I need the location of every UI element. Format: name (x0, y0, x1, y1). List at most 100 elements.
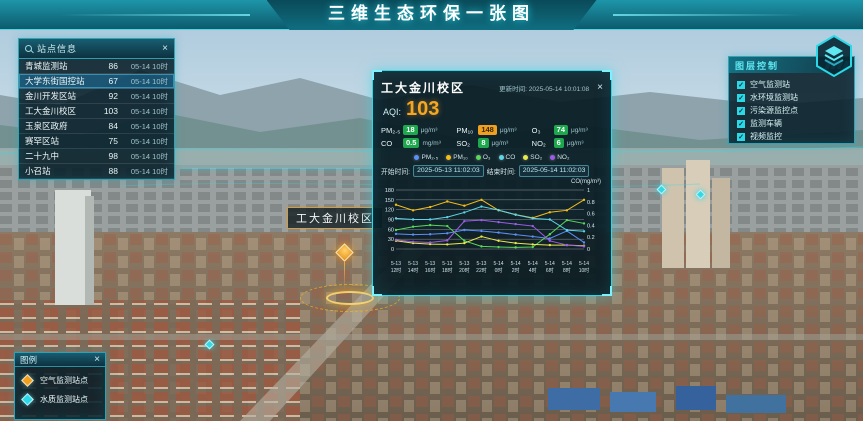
chart-legend-item[interactable]: NO₂ (550, 154, 569, 161)
pollutant-value-badge: 8 (478, 138, 488, 148)
chart-legend-item[interactable]: PM₂.₅ (414, 154, 438, 161)
svg-text:5-1312时: 5-1312时 (391, 261, 402, 274)
pollutant-unit: mg/m³ (422, 140, 440, 147)
layer-label: 监测车辆 (750, 118, 782, 129)
pollutant-name: SO₂ (456, 139, 475, 148)
station-row[interactable]: 玉泉区政府8405-14 10时 (19, 119, 174, 134)
checkbox-icon[interactable]: ✓ (737, 81, 745, 89)
diamond-marker-icon (21, 393, 34, 406)
layer-checkbox-row[interactable]: ✓空气监测站 (737, 78, 846, 91)
legend-item-label: 空气监测站点 (40, 375, 88, 386)
layer-checkbox-row[interactable]: ✓ 视频监控 (737, 130, 846, 143)
pollutant-grid: PM₂.₅18μg/m³PM₁₀148μg/m³O₃74μg/m³CO0.5mg… (373, 121, 611, 150)
pollutant-value-badge: 148 (478, 125, 497, 135)
pollutant-unit: μg/m³ (421, 127, 438, 134)
layer-label: 视频监控 (750, 131, 782, 142)
end-time-input[interactable]: 2025-05-14 11:02:03 (519, 165, 590, 177)
svg-text:0.2: 0.2 (587, 235, 595, 241)
popup-corner (372, 286, 382, 296)
chart-legend-item[interactable]: CO (499, 154, 516, 161)
station-row[interactable]: 小召站8805-14 10时 (19, 164, 174, 179)
station-time: 05-14 10时 (118, 61, 168, 72)
pollutant-cell: PM₂.₅18μg/m³ (381, 125, 452, 135)
aqi-display: AQI: 103 (373, 98, 611, 121)
pollutant-value-badge: 6 (554, 138, 564, 148)
station-name: 二十九中 (25, 150, 96, 162)
station-name: 大学东街国控站 (25, 75, 96, 87)
station-value: 84 (96, 121, 118, 131)
svg-text:180: 180 (385, 188, 394, 194)
marker-ring-inner (326, 291, 374, 305)
svg-text:0: 0 (391, 247, 394, 253)
checkbox-icon[interactable]: ✓ (737, 107, 745, 115)
station-row[interactable]: 金川开发区站9205-14 10时 (19, 89, 174, 104)
station-row[interactable]: 工大金川校区10305-14 10时 (19, 104, 174, 119)
layer-checkbox-row[interactable]: ✓污染源监控点 (737, 104, 846, 117)
chart-legend-label: O₃ (483, 154, 491, 161)
svg-text:5-140时: 5-140时 (494, 261, 504, 274)
legend-dot-icon (414, 155, 419, 160)
app-title: 三维生态环保一张图 (0, 0, 863, 28)
station-name: 青城监测站 (25, 60, 96, 72)
pollutant-cell: SO₂8 μg/m³ (456, 138, 527, 148)
station-value: 88 (96, 166, 118, 176)
chart-legend-item[interactable]: SO₂ (523, 154, 542, 161)
chart-legend-label: CO (506, 154, 516, 161)
station-time: 05-14 10时 (118, 121, 168, 132)
pollutant-name: CO (381, 139, 400, 148)
station-value: 75 (96, 136, 118, 146)
layer-label: 水环境监测站 (750, 92, 798, 103)
pollutant-name: PM₁₀ (456, 126, 475, 135)
station-row[interactable]: 二十九中9805-14 10时 (19, 149, 174, 164)
station-value: 67 (96, 76, 118, 86)
layer-checkbox-row[interactable]: ✓ 水环境监测站 (737, 91, 846, 104)
app-header: 三维生态环保一张图 (0, 0, 863, 30)
pollutant-unit: μg/m³ (571, 127, 588, 134)
start-time-label: 开始时间: (381, 166, 410, 176)
legend-dot-icon (476, 155, 481, 160)
pollutant-cell: NO₂6μg/m³ (532, 138, 603, 148)
popup-corner (372, 70, 382, 80)
svg-text:5-1318时: 5-1318时 (442, 261, 453, 274)
update-time-value: 2025-05-14 10:01:08 (529, 86, 589, 93)
station-name: 工大金川校区 (25, 105, 96, 117)
map-marker-label[interactable]: 工大金川校区 (287, 207, 383, 229)
station-row[interactable]: 青城监测站8605-14 10时 (19, 59, 174, 74)
diamond-marker-icon (21, 374, 34, 387)
svg-text:5-146时: 5-146时 (545, 261, 555, 274)
station-time: 05-14 10时 (118, 166, 168, 177)
legend-close-icon[interactable]: × (94, 355, 100, 365)
station-value: 98 (96, 151, 118, 161)
svg-text:60: 60 (388, 227, 394, 233)
right-axis-unit: CO(mg/m³) (571, 179, 601, 185)
station-name: 玉泉区政府 (25, 120, 96, 132)
station-panel-close-icon[interactable]: × (162, 44, 168, 54)
popup-corner (602, 70, 612, 80)
station-row[interactable]: 赛罕区站7505-14 10时 (19, 134, 174, 149)
popup-close-icon[interactable]: × (597, 83, 603, 93)
station-panel-title: 站点信息 (37, 42, 157, 55)
pollutant-cell: O₃74μg/m³ (532, 125, 603, 135)
pollutant-cell: PM₁₀148μg/m³ (456, 125, 527, 135)
svg-text:90: 90 (388, 218, 394, 224)
svg-text:120: 120 (385, 208, 394, 214)
update-time: 更新时间: 2025-05-14 10:01:08 (465, 83, 589, 93)
svg-text:0.6: 0.6 (587, 212, 595, 218)
layer-checkbox-row[interactable]: ✓ 监测车辆 (737, 117, 846, 130)
layers-hexagon-icon[interactable] (812, 34, 856, 78)
pollutant-unit: μg/m³ (492, 140, 509, 147)
checkbox-icon[interactable]: ✓ (737, 94, 745, 102)
svg-text:5-1314时: 5-1314时 (408, 261, 419, 274)
start-time-input[interactable]: 2025-05-13 11:02:03 (413, 165, 484, 177)
station-time: 05-14 10时 (118, 136, 168, 147)
station-row[interactable]: 如意广场7905-14 09时 (19, 179, 174, 180)
checkbox-icon[interactable]: ✓ (737, 120, 745, 128)
chart-legend-label: SO₂ (530, 154, 542, 161)
station-time: 05-14 10时 (118, 151, 168, 162)
checkbox-icon[interactable]: ✓ (737, 133, 745, 141)
svg-text:5-144时: 5-144时 (528, 261, 538, 274)
pollutant-value-badge: 18 (403, 125, 417, 135)
chart-legend-item[interactable]: PM₁₀ (446, 154, 468, 161)
station-row[interactable]: 大学东街国控站6705-14 10时 (19, 74, 174, 89)
chart-legend-item[interactable]: O₃ (476, 154, 491, 161)
